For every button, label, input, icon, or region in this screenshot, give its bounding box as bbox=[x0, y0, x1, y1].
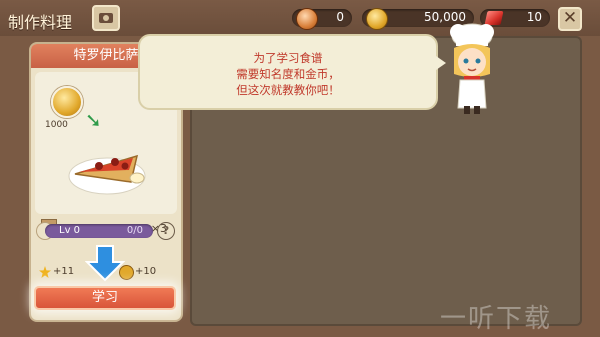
watermark: 一听下载 bbox=[440, 304, 553, 334]
level-label: Lv 0 bbox=[59, 225, 81, 236]
recipe-price: 1000 bbox=[45, 120, 68, 130]
gold-coin-icon bbox=[366, 8, 388, 30]
speech-line: 为了学习食谱 bbox=[253, 51, 323, 65]
speech-line: 需要知名度和金币， bbox=[236, 67, 340, 81]
copper-count: 0 bbox=[336, 10, 344, 24]
close-button[interactable]: ✕ bbox=[558, 7, 582, 31]
speech-line: 但这次就教教你吧！ bbox=[236, 83, 340, 97]
learn-button[interactable]: 学习 bbox=[34, 286, 176, 310]
level-row: Lv 0 0/0 ? bbox=[35, 220, 177, 242]
star-icon bbox=[39, 266, 51, 278]
speech-bubble: 为了学习食谱 需要知名度和金币， 但这次就教教你吧！ bbox=[138, 34, 446, 110]
copper-coin-icon bbox=[296, 8, 318, 30]
reward-coin-value: +10 bbox=[135, 266, 157, 277]
arrow-icon: ➘ bbox=[85, 108, 102, 132]
gold-coin-icon bbox=[51, 86, 83, 118]
reward-star-value: +11 bbox=[53, 266, 75, 277]
page-title: 制作料理 bbox=[8, 13, 73, 32]
gem-count: 10 bbox=[526, 10, 542, 24]
level-bar: Lv 0 0/0 bbox=[45, 224, 153, 238]
currency-copper: 0 bbox=[292, 8, 352, 30]
chef-character bbox=[450, 23, 494, 114]
down-arrow-icon bbox=[85, 245, 125, 282]
camera-icon[interactable] bbox=[92, 5, 120, 31]
pizza-icon bbox=[68, 154, 146, 195]
help-icon[interactable]: ? bbox=[157, 222, 175, 240]
level-progress: 0/0 bbox=[126, 225, 143, 236]
